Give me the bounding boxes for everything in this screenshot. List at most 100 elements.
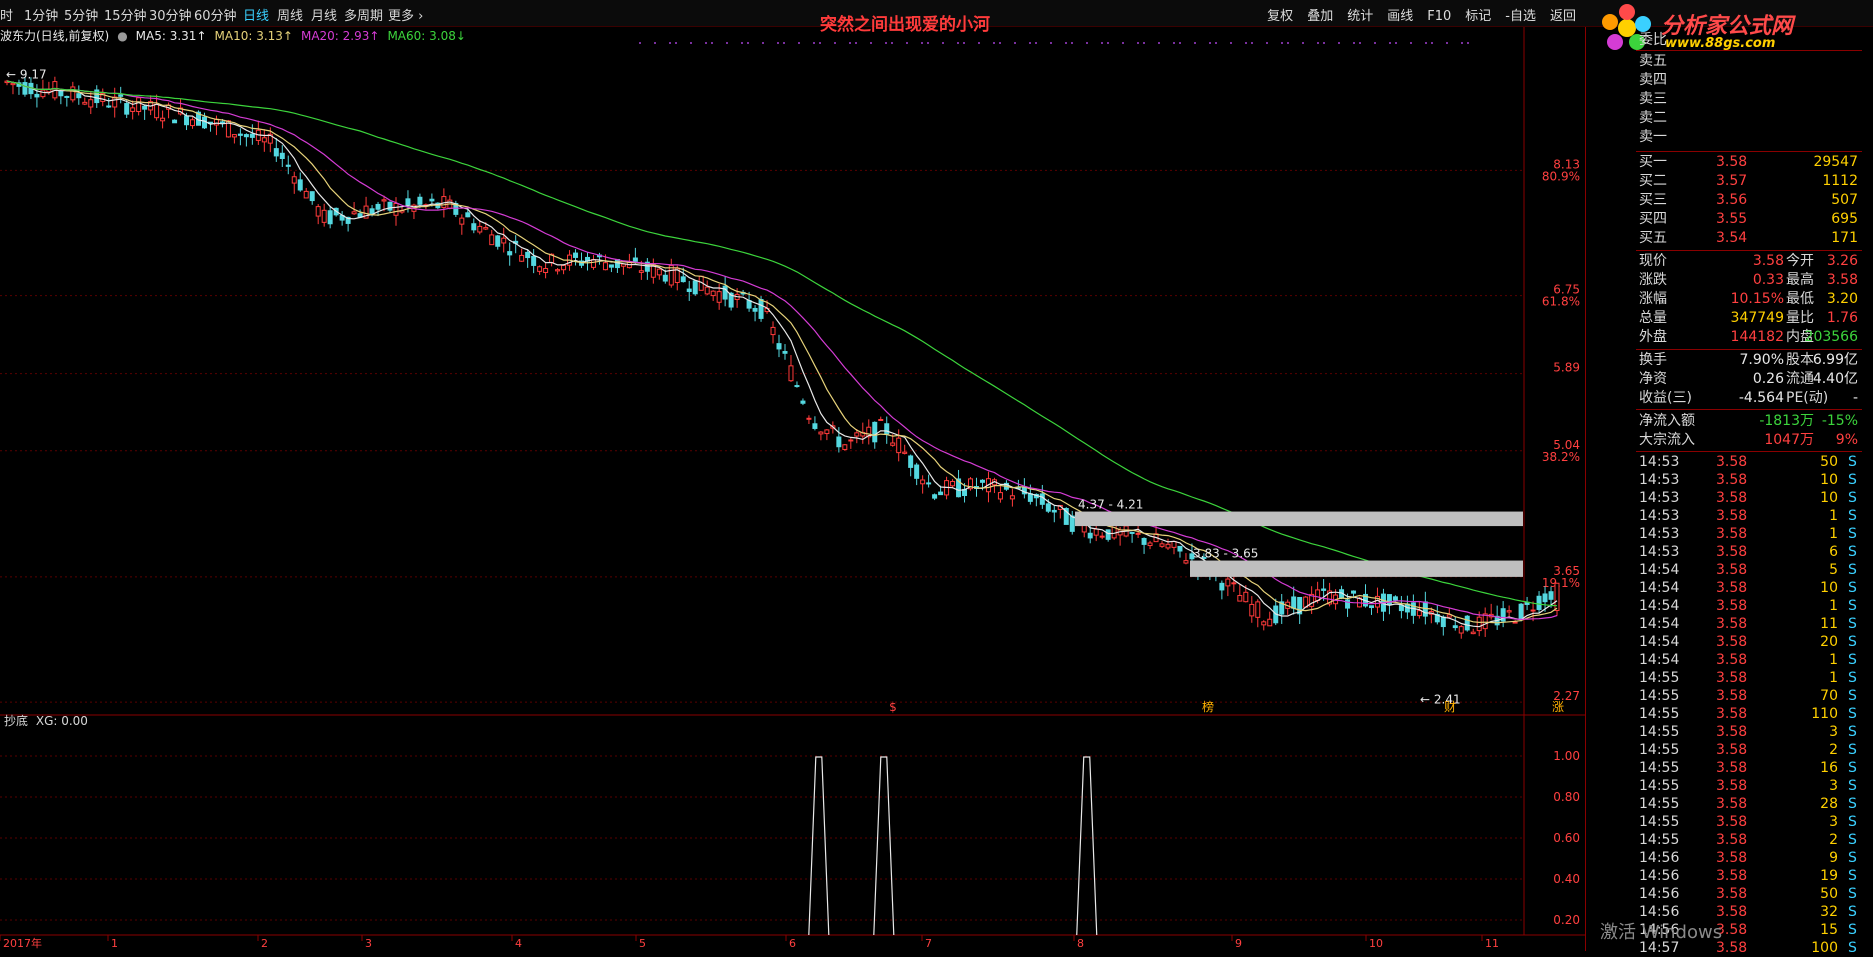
candle-body	[602, 262, 608, 271]
candle-body	[501, 237, 507, 244]
candle-body	[758, 298, 764, 319]
candle-body	[1458, 626, 1464, 634]
candle-body	[848, 439, 854, 442]
marker-dot	[639, 42, 641, 44]
period-tab-9[interactable]: 多周期	[344, 5, 383, 24]
candle-body	[231, 134, 237, 138]
price-pct-0: 80.9%	[1542, 169, 1580, 183]
tick-row-0: 14:53 3.58 50 S	[1639, 454, 1857, 470]
period-tab-3[interactable]: 15分钟	[104, 5, 147, 24]
marker-dot	[1209, 42, 1211, 44]
marker-dot	[1065, 42, 1067, 44]
period-tab-6[interactable]: 日线	[243, 5, 269, 24]
sep-buy	[1636, 250, 1862, 251]
tool-button-4[interactable]: F10	[1427, 9, 1451, 24]
tool-button-5[interactable]: 标记	[1465, 9, 1491, 24]
event-marker-0: $	[889, 700, 897, 714]
tick-row-22: 14:56 3.58 9 S	[1639, 850, 1857, 866]
candle-body	[1255, 601, 1261, 618]
candle-body	[818, 431, 824, 435]
marker-dot	[1158, 42, 1160, 44]
candle-body	[1548, 591, 1554, 600]
marker-dot	[741, 42, 743, 44]
candle-body	[237, 133, 243, 136]
signal-spike-1	[873, 756, 895, 936]
candle-body	[88, 99, 94, 108]
candle-body	[1147, 542, 1153, 547]
marker-dot	[942, 42, 944, 44]
marker-dot	[1446, 42, 1448, 44]
marker-dot	[1317, 42, 1319, 44]
candle-body	[519, 254, 525, 262]
month-label-2: 2	[261, 937, 268, 950]
candle-body	[543, 268, 549, 274]
candle-body	[686, 288, 692, 292]
price-pct-1: 61.8%	[1542, 295, 1580, 309]
stat-row-3: 总量 347749 量比 1.76	[1639, 310, 1858, 326]
marker-dot	[1467, 42, 1469, 44]
period-tab-5[interactable]: 60分钟	[194, 5, 237, 24]
marker-dot	[978, 42, 980, 44]
quote-panel: 委比 卖五 卖四 卖三 卖二 卖一 买一 3.58 29547 买二 3.57 1112 买三 3.56 5…	[1636, 27, 1862, 956]
zone-label-0: 4.37 - 4.21	[1078, 498, 1143, 512]
period-tab-8[interactable]: 月线	[311, 5, 337, 24]
tool-button-1[interactable]: 叠加	[1307, 9, 1333, 24]
marker-dot	[1230, 42, 1232, 44]
marker-dot	[726, 42, 728, 44]
marker-dot	[1194, 42, 1196, 44]
candle-body	[1542, 593, 1548, 603]
candle-body	[351, 211, 357, 215]
candle-body	[1225, 578, 1231, 587]
candle-body	[1291, 596, 1297, 609]
event-marker-3: 涨	[1552, 699, 1564, 714]
candle-body	[908, 455, 914, 468]
period-tab-4[interactable]: 30分钟	[149, 5, 192, 24]
candle-body	[58, 90, 64, 97]
ma10-line	[6, 80, 1558, 624]
candle-body	[1009, 495, 1015, 500]
period-tab-10[interactable]: 更多 ›	[388, 5, 423, 24]
candle-body	[704, 286, 710, 295]
marker-dot	[819, 42, 821, 44]
tick-row-16: 14:55 3.58 2 S	[1639, 742, 1857, 758]
candle-body	[668, 265, 674, 286]
candle-body	[507, 251, 513, 256]
marker-dot	[1014, 42, 1016, 44]
candle-body	[1105, 529, 1111, 540]
marker-dot	[813, 42, 815, 44]
marker-dot	[927, 42, 929, 44]
panel-divider	[1585, 27, 1586, 951]
period-tab-0[interactable]: 时	[0, 5, 13, 24]
candle-body	[531, 255, 537, 266]
tool-button-7[interactable]: 返回	[1550, 9, 1576, 24]
period-tab-2[interactable]: 5分钟	[64, 5, 98, 24]
period-tab-1[interactable]: 1分钟	[24, 5, 58, 24]
candle-body	[1518, 603, 1524, 620]
marker-dot	[705, 42, 707, 44]
indicator-name: 抄底	[4, 714, 29, 728]
sell-row-0: 卖五	[1639, 53, 1667, 69]
tool-button-6[interactable]: -自选	[1505, 9, 1536, 24]
marker-dot	[1287, 42, 1289, 44]
marker-dot	[957, 42, 959, 44]
tick-row-21: 14:55 3.58 2 S	[1639, 832, 1857, 848]
marker-dot	[747, 42, 749, 44]
tool-button-3[interactable]: 画线	[1387, 9, 1413, 24]
candle-body	[184, 115, 190, 126]
candle-body	[273, 148, 279, 157]
tool-button-0[interactable]: 复权	[1267, 9, 1293, 24]
candle-body	[914, 464, 920, 479]
kline-chart[interactable]: 8.1380.9%6.7561.8%5.895.0438.2%3.6519.1%…	[0, 27, 1586, 951]
candle-body	[842, 444, 848, 450]
period-tab-7[interactable]: 周线	[277, 5, 303, 24]
zone-band-0	[1075, 511, 1523, 527]
candle-body	[1470, 631, 1476, 635]
tick-row-2: 14:53 3.58 10 S	[1639, 490, 1857, 506]
price-pct-4: 19.1%	[1542, 576, 1580, 590]
candle-body	[1165, 543, 1171, 549]
candle-body	[381, 199, 387, 202]
candle-body	[243, 134, 249, 138]
zone-label-1: 3.83 - 3.65	[1193, 547, 1258, 561]
tool-button-2[interactable]: 统计	[1347, 9, 1373, 24]
candle-body	[483, 227, 489, 230]
